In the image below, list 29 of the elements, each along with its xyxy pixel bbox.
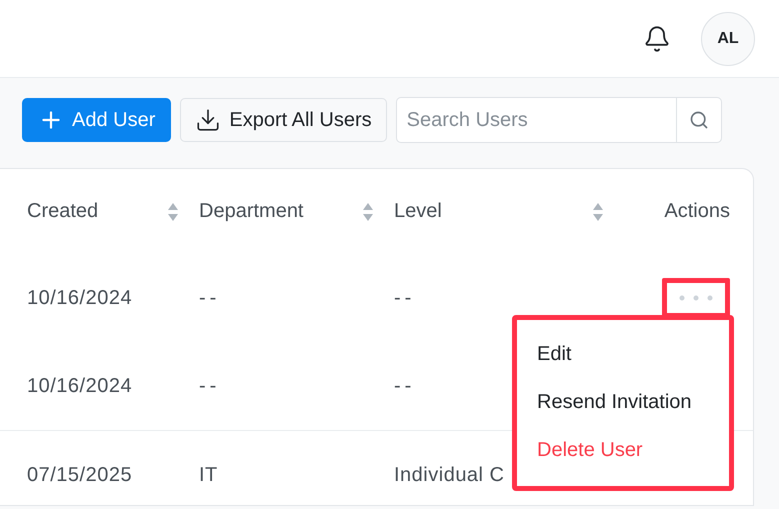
table-cell: 10/16/2024 — [27, 286, 132, 308]
table-cell: -- — [199, 286, 220, 308]
table-cell: 07/15/2025 — [27, 464, 132, 486]
export-button[interactable]: Export All Users — [180, 98, 387, 142]
download-icon — [195, 107, 222, 133]
table-cell: -- — [199, 374, 220, 396]
table-cell: -- — [394, 374, 416, 396]
column-header: Department — [199, 200, 304, 223]
table-cell: 10/16/2024 — [27, 374, 132, 396]
column-header: Actions — [664, 200, 730, 223]
table-cell: Individual C — [394, 464, 505, 486]
menu-item[interactable]: Edit — [517, 330, 729, 378]
bell-icon[interactable] — [643, 24, 671, 52]
column-header: Level — [394, 200, 442, 223]
menu-item[interactable]: Delete User — [517, 426, 729, 474]
user-avatar[interactable]: AL — [701, 12, 755, 66]
search-button[interactable] — [676, 97, 722, 143]
menu-item[interactable]: Resend Invitation — [517, 378, 729, 426]
add-user-button[interactable]: Add User — [22, 98, 172, 142]
sort-icon[interactable] — [362, 202, 374, 222]
search-icon — [688, 110, 709, 130]
actions-button[interactable] — [662, 278, 730, 318]
more-icon — [679, 295, 713, 301]
sort-icon[interactable] — [592, 202, 604, 222]
search-field[interactable]: Search Users — [396, 97, 676, 143]
sort-icon[interactable] — [167, 202, 179, 222]
table-cell: -- — [394, 286, 416, 308]
column-header: Created — [27, 200, 98, 223]
table-cell: IT — [199, 464, 218, 486]
